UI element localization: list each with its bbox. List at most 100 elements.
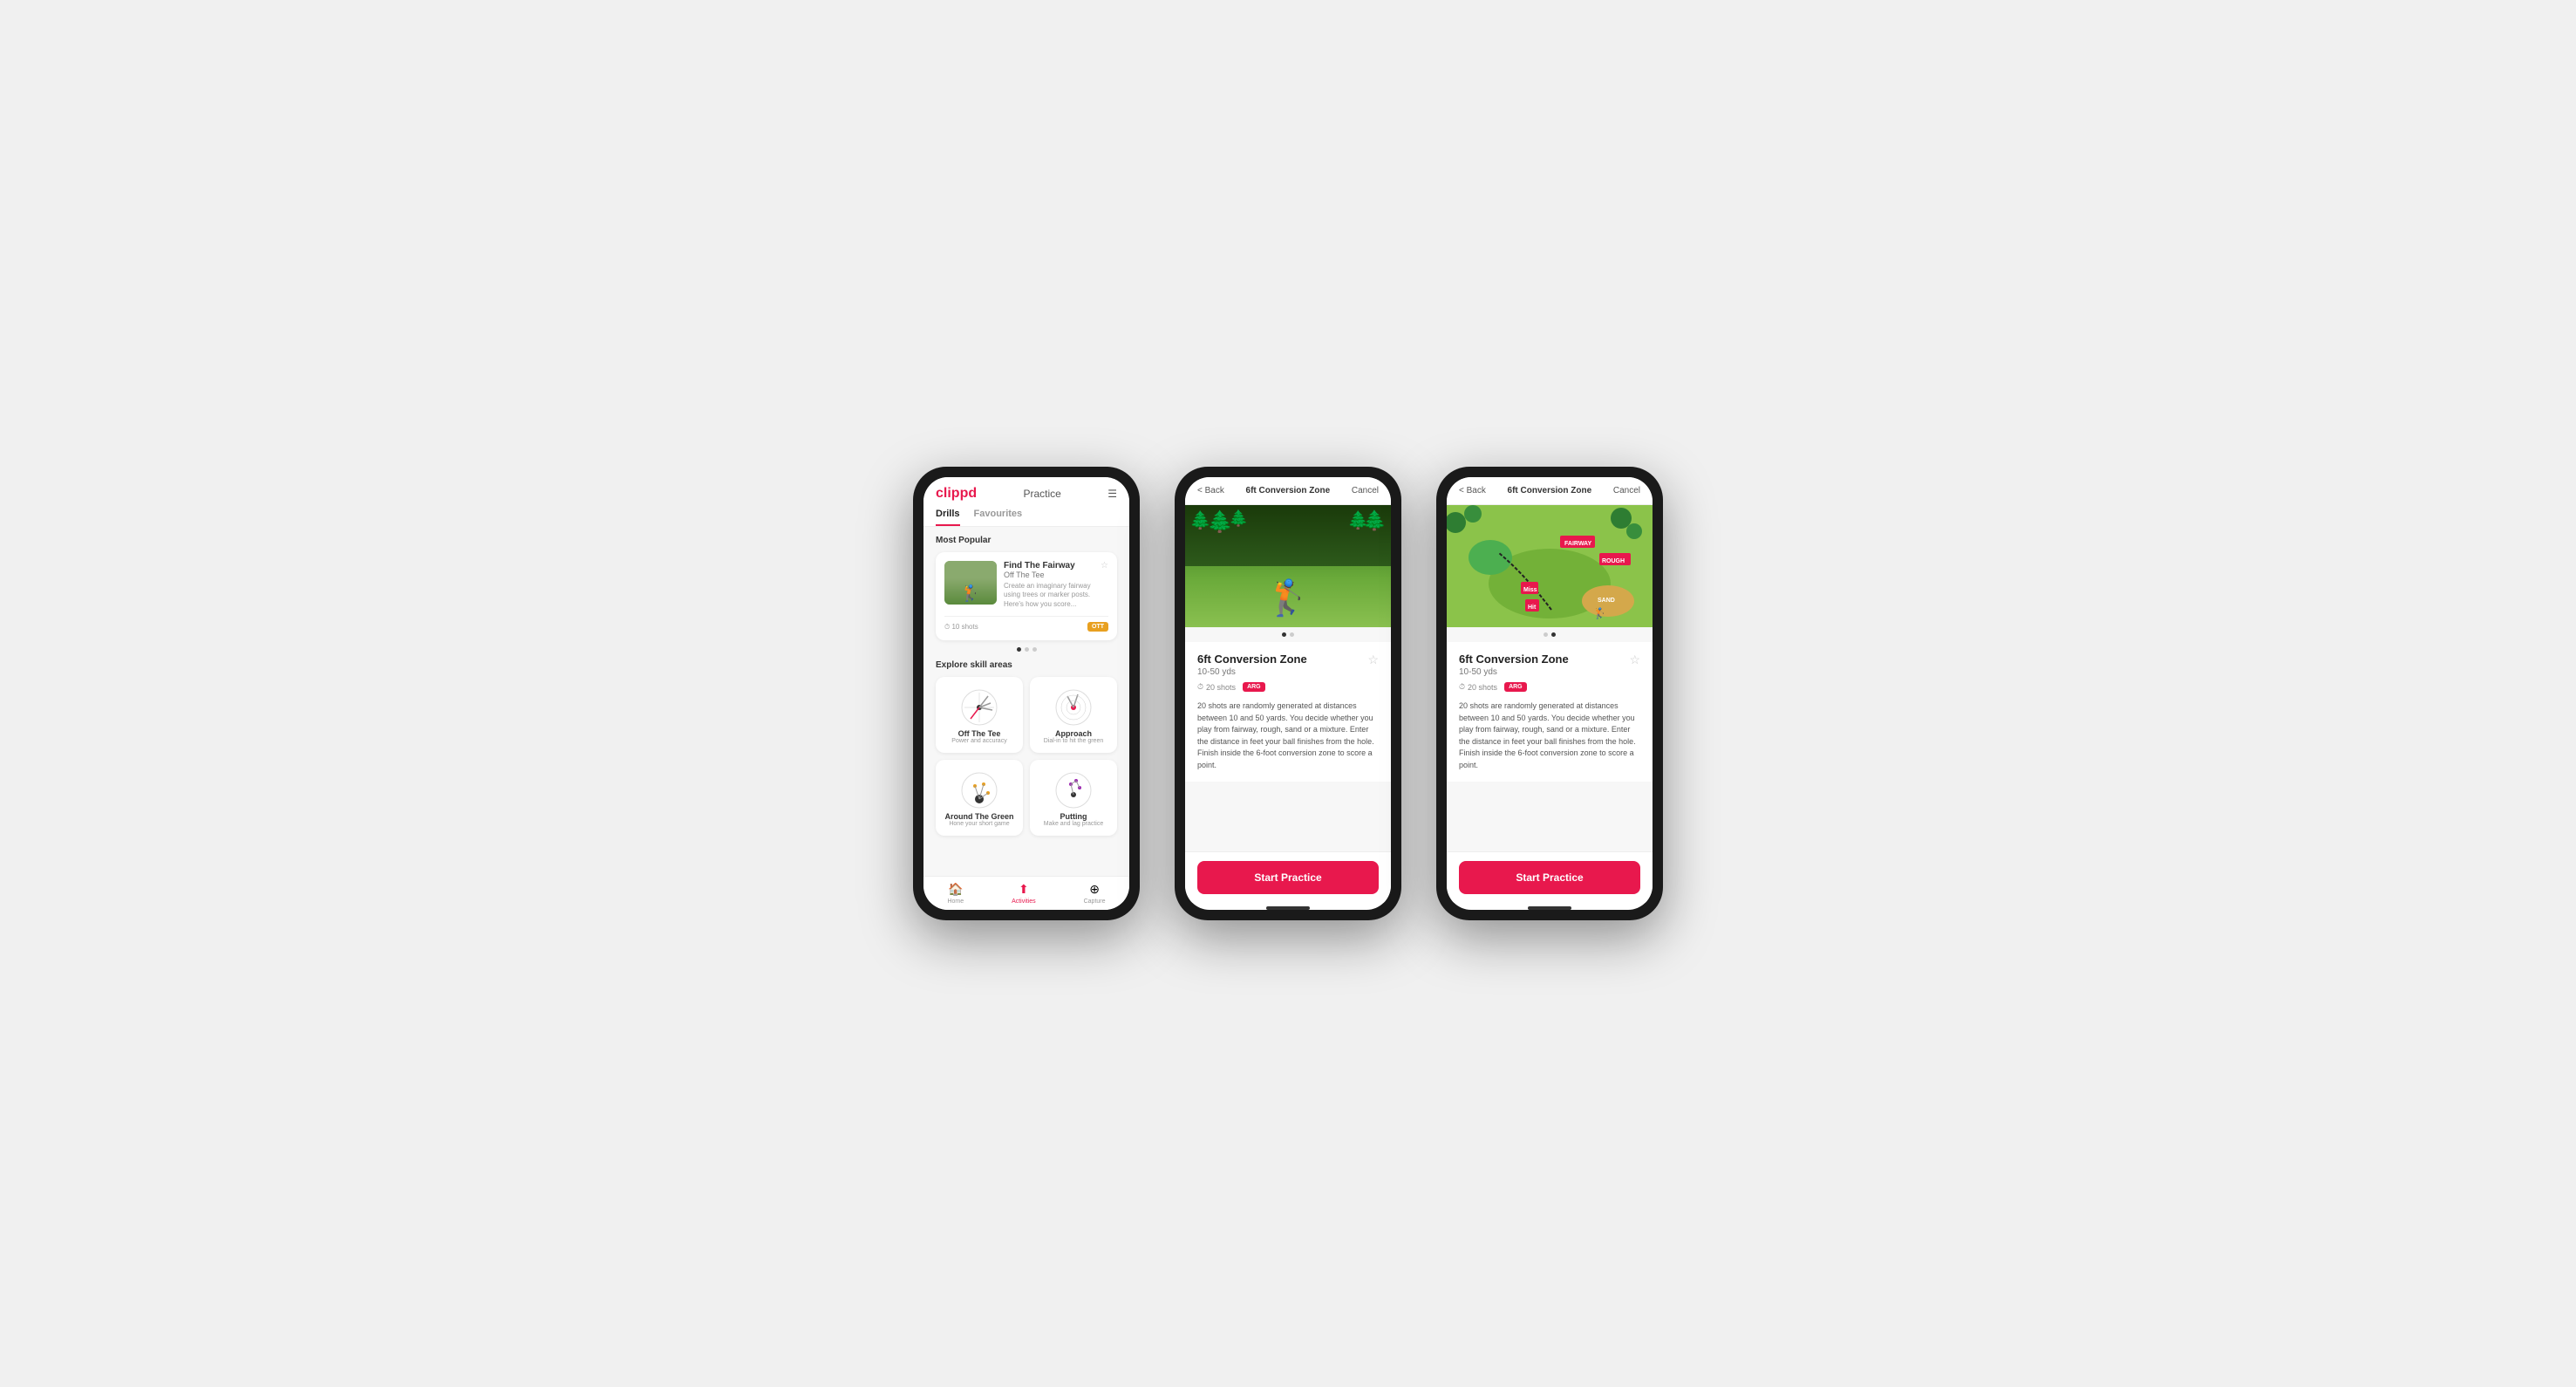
putting-icon bbox=[1052, 769, 1095, 812]
skill-name-putting: Putting bbox=[1060, 812, 1087, 821]
phone-2-title: 6ft Conversion Zone bbox=[1246, 486, 1331, 495]
img-dot-1[interactable] bbox=[1282, 632, 1286, 637]
skill-card-approach[interactable]: Approach Dial-in to hit the green bbox=[1030, 677, 1117, 753]
dot-1[interactable] bbox=[1017, 647, 1021, 652]
capture-icon: ⊕ bbox=[1089, 882, 1100, 897]
skill-desc-approach: Dial-in to hit the green bbox=[1044, 738, 1103, 744]
skill-name-approach: Approach bbox=[1055, 729, 1092, 738]
approach-icon bbox=[1052, 686, 1095, 729]
golfer-figure: 🏌️ bbox=[1266, 577, 1310, 618]
nav-activities-label: Activities bbox=[1012, 898, 1036, 905]
skill-name-atg: Around The Green bbox=[944, 812, 1013, 821]
phone-1-header: clippd Practice ☰ Drills Favourites bbox=[923, 477, 1129, 527]
featured-drill-card[interactable]: Find The Fairway Off The Tee ☆ Create an… bbox=[936, 552, 1117, 640]
start-button-container-3: Start Practice bbox=[1447, 851, 1653, 903]
drill-badge: OTT bbox=[1087, 622, 1108, 632]
phone-3-content: FAIRWAY ROUGH Miss Hit SAND 🏌️ bbox=[1447, 505, 1653, 851]
phones-container: clippd Practice ☰ Drills Favourites Most… bbox=[913, 467, 1663, 920]
nav-capture[interactable]: ⊕ Capture bbox=[1084, 882, 1106, 905]
image-dots-3 bbox=[1447, 627, 1653, 642]
dot-2[interactable] bbox=[1025, 647, 1029, 652]
home-indicator bbox=[1266, 906, 1310, 910]
phone-3-header: < Back 6ft Conversion Zone Cancel bbox=[1447, 477, 1653, 505]
svg-text:FAIRWAY: FAIRWAY bbox=[1564, 541, 1591, 547]
tab-favourites[interactable]: Favourites bbox=[974, 509, 1023, 526]
bottom-nav: 🏠 Home ⬆ Activities ⊕ Capture bbox=[923, 876, 1129, 910]
drill-thumbnail bbox=[944, 561, 997, 605]
drill-shots: ⏱ 10 shots bbox=[944, 623, 978, 632]
nav-home-label: Home bbox=[947, 898, 964, 905]
drill-card-text: Find The Fairway Off The Tee ☆ Create an… bbox=[1004, 561, 1108, 609]
svg-text:🏌️: 🏌️ bbox=[1593, 607, 1606, 619]
skill-name-ott: Off The Tee bbox=[958, 729, 1001, 738]
most-popular-label: Most Popular bbox=[936, 536, 1117, 545]
svg-text:Hit: Hit bbox=[1528, 605, 1537, 611]
hero-map: FAIRWAY ROUGH Miss Hit SAND 🏌️ bbox=[1447, 505, 1653, 627]
phone-1-content: Most Popular Find The Fairway Off The Te… bbox=[923, 527, 1129, 876]
carousel-dots bbox=[936, 647, 1117, 652]
phone-3-screen: < Back 6ft Conversion Zone Cancel bbox=[1447, 477, 1653, 910]
activities-icon: ⬆ bbox=[1019, 882, 1029, 897]
cancel-button[interactable]: Cancel bbox=[1352, 486, 1379, 495]
skill-card-putting[interactable]: Putting Make and lag practice bbox=[1030, 760, 1117, 836]
phone-2: < Back 6ft Conversion Zone Cancel 🏌️ 🌲 🌲… bbox=[1175, 467, 1401, 920]
atg-icon bbox=[957, 769, 1001, 812]
home-icon: 🏠 bbox=[948, 882, 963, 897]
dot-3[interactable] bbox=[1032, 647, 1037, 652]
drill-name-3: 6ft Conversion Zone bbox=[1459, 653, 1569, 666]
page-title: Practice bbox=[1023, 488, 1060, 500]
skill-desc-putting: Make and lag practice bbox=[1044, 821, 1103, 827]
tab-drills[interactable]: Drills bbox=[936, 509, 960, 526]
skill-desc-atg: Hone your short game bbox=[949, 821, 1009, 827]
phone-1-screen: clippd Practice ☰ Drills Favourites Most… bbox=[923, 477, 1129, 910]
ott-icon bbox=[957, 686, 1001, 729]
favorite-star[interactable]: ☆ bbox=[1367, 653, 1379, 667]
img-dot-3-1[interactable] bbox=[1544, 632, 1548, 637]
svg-text:Miss: Miss bbox=[1523, 587, 1537, 593]
svg-text:SAND: SAND bbox=[1598, 598, 1615, 604]
start-practice-button-3[interactable]: Start Practice bbox=[1459, 861, 1640, 894]
back-button[interactable]: < Back bbox=[1197, 486, 1224, 495]
nav-home[interactable]: 🏠 Home bbox=[947, 882, 964, 905]
drill-description-3: 20 shots are randomly generated at dista… bbox=[1459, 700, 1640, 771]
drill-description: 20 shots are randomly generated at dista… bbox=[1197, 700, 1379, 771]
start-practice-button[interactable]: Start Practice bbox=[1197, 861, 1379, 894]
back-button-3[interactable]: < Back bbox=[1459, 486, 1486, 495]
drill-title: Find The Fairway bbox=[1004, 561, 1075, 571]
img-dot-2[interactable] bbox=[1290, 632, 1294, 637]
map-svg: FAIRWAY ROUGH Miss Hit SAND 🏌️ bbox=[1447, 505, 1653, 627]
drill-subtitle: Off The Tee bbox=[1004, 571, 1075, 579]
nav-capture-label: Capture bbox=[1084, 898, 1106, 905]
phone-2-screen: < Back 6ft Conversion Zone Cancel 🏌️ 🌲 🌲… bbox=[1185, 477, 1391, 910]
svg-text:ROUGH: ROUGH bbox=[1602, 558, 1625, 564]
phone-3-title: 6ft Conversion Zone bbox=[1508, 486, 1592, 495]
app-logo: clippd bbox=[936, 486, 977, 502]
skill-desc-ott: Power and accuracy bbox=[951, 738, 1006, 744]
phone-3: < Back 6ft Conversion Zone Cancel bbox=[1436, 467, 1663, 920]
drill-meta-3: ⏱ 20 shots ARG bbox=[1459, 682, 1640, 692]
favorite-icon[interactable]: ☆ bbox=[1101, 561, 1108, 571]
cancel-button-3[interactable]: Cancel bbox=[1613, 486, 1640, 495]
hero-photo: 🏌️ 🌲 🌲 🌲 🌲 🌲 bbox=[1185, 505, 1391, 627]
drill-range: 10-50 yds bbox=[1197, 667, 1307, 677]
phone-1: clippd Practice ☰ Drills Favourites Most… bbox=[913, 467, 1140, 920]
drill-badge: ARG bbox=[1243, 682, 1265, 692]
phone-2-header: < Back 6ft Conversion Zone Cancel bbox=[1185, 477, 1391, 505]
skill-card-atg[interactable]: Around The Green Hone your short game bbox=[936, 760, 1023, 836]
drill-badge-3: ARG bbox=[1504, 682, 1527, 692]
nav-activities[interactable]: ⬆ Activities bbox=[1012, 882, 1036, 905]
tab-bar: Drills Favourites bbox=[936, 509, 1117, 526]
drill-description: Create an imaginary fairway using trees … bbox=[1004, 582, 1108, 609]
favorite-star-3[interactable]: ☆ bbox=[1629, 653, 1640, 667]
img-dot-3-2[interactable] bbox=[1551, 632, 1556, 637]
phone-2-body: 6ft Conversion Zone 10-50 yds ☆ ⏱ 20 sho… bbox=[1185, 642, 1391, 782]
phone-3-body: 6ft Conversion Zone 10-50 yds ☆ ⏱ 20 sho… bbox=[1447, 642, 1653, 782]
drill-name: 6ft Conversion Zone bbox=[1197, 653, 1307, 666]
start-button-container: Start Practice bbox=[1185, 851, 1391, 903]
skill-card-ott[interactable]: Off The Tee Power and accuracy bbox=[936, 677, 1023, 753]
image-dots bbox=[1185, 627, 1391, 642]
menu-icon[interactable]: ☰ bbox=[1107, 488, 1117, 500]
drill-range-3: 10-50 yds bbox=[1459, 667, 1569, 677]
home-indicator-3 bbox=[1528, 906, 1571, 910]
explore-label: Explore skill areas bbox=[936, 660, 1117, 670]
